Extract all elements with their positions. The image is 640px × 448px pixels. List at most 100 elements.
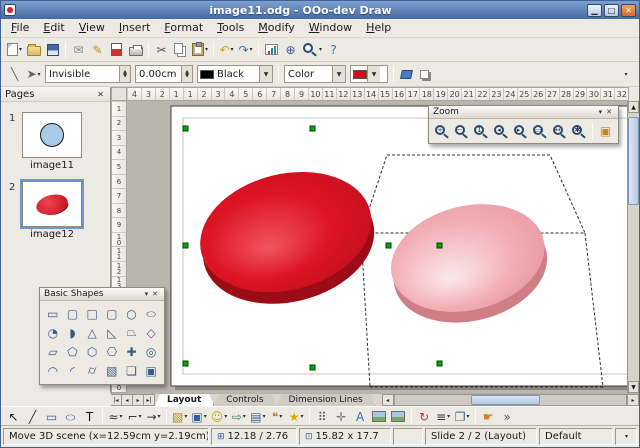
diamond-shape-icon[interactable]: ◇ (141, 323, 161, 342)
square-shape-icon[interactable]: □ (82, 304, 102, 323)
open-icon[interactable] (24, 40, 43, 60)
isosceles-triangle-shape-icon[interactable]: △ (82, 323, 102, 342)
callouts-icon[interactable]: ❝▾ (268, 407, 287, 427)
last-tab-icon[interactable]: ▸| (144, 394, 155, 406)
connector-icon[interactable]: ⌐▾ (125, 407, 144, 427)
frame-shape-icon[interactable]: ▣ (141, 361, 161, 380)
zoom-optimal-icon[interactable]: ✱ (569, 121, 589, 141)
ellipse-icon[interactable]: ○ (61, 407, 80, 427)
minimize-icon[interactable]: ▁ (587, 4, 602, 17)
dropdown-arrow-icon[interactable]: ▾ (205, 46, 208, 53)
cut-icon[interactable]: ✂ (152, 40, 171, 60)
horizontal-scrollbar[interactable]: ◂ ▸ (382, 394, 639, 406)
regular-pentagon-shape-icon[interactable]: ⬠ (63, 342, 83, 361)
document-as-email-icon[interactable]: ✉ (69, 40, 88, 60)
dropdown-arrow-icon[interactable]: ▾ (19, 46, 22, 53)
shadow-icon[interactable] (416, 65, 435, 85)
ring-shape-icon[interactable]: ◎ (141, 342, 161, 361)
rectangle-shape-icon[interactable]: ▭ (43, 304, 63, 323)
octagon-shape-icon[interactable]: ⎔ (102, 342, 122, 361)
basic-shapes-palette[interactable]: Basic Shapes ▾ ✕ ▭▢□▢○○◔◗△◺⏢◇▱⬠⬡⎔✚◎◠◜⌭▧❏… (39, 287, 165, 385)
line-icon[interactable]: ╱ (23, 407, 42, 427)
tab-layout[interactable]: Layout (155, 394, 214, 406)
circle-segment-shape-icon[interactable]: ◗ (63, 323, 83, 342)
page-entry[interactable]: 1image11 (1, 112, 110, 171)
zoom-icon[interactable]: ▾ (300, 40, 324, 60)
navigator-icon[interactable]: ⊕ (281, 40, 300, 60)
menu-window[interactable]: Window (302, 19, 359, 37)
rotate-icon[interactable]: ↻ (415, 407, 434, 427)
select-icon[interactable]: ↖ (4, 407, 23, 427)
redo-icon[interactable]: ↷▾ (236, 40, 255, 60)
block-arc-shape-icon[interactable]: ◠ (43, 361, 63, 380)
menu-edit[interactable]: Edit (36, 19, 71, 37)
scrollbar-thumb[interactable] (471, 395, 540, 405)
parallelogram-shape-icon[interactable]: ▱ (43, 342, 63, 361)
dropdown-arrow-icon[interactable]: ▾ (263, 413, 266, 420)
dropdown-arrow-icon[interactable]: ▾ (319, 46, 322, 53)
menu-tools[interactable]: Tools (210, 19, 251, 37)
dropdown-arrow-icon[interactable]: ▾ (139, 413, 142, 420)
scroll-right-icon[interactable]: ▸ (627, 394, 639, 406)
ellipse-shape-icon[interactable]: ○ (141, 308, 161, 319)
status-extra[interactable]: ▾ (615, 428, 637, 445)
page-thumbnail[interactable] (22, 112, 82, 158)
edit-points-icon[interactable]: ⠿ (313, 407, 332, 427)
line-style-combo[interactable]: Invisible ▲▼ (45, 65, 131, 83)
zoom-next-icon[interactable]: ▸ (511, 121, 531, 141)
close-icon[interactable]: ✕ (604, 108, 614, 116)
curve-icon[interactable]: ≈▾ (106, 407, 125, 427)
maximize-icon[interactable]: □ (604, 4, 619, 17)
scrollbar-thumb[interactable] (628, 117, 639, 205)
line-dialog-icon[interactable]: ╲ (5, 64, 24, 84)
copy-icon[interactable] (171, 40, 190, 60)
dropdown-arrow-icon[interactable]: ▾ (243, 413, 246, 420)
tab-dimension-lines[interactable]: Dimension Lines (277, 394, 376, 406)
zoom-previous-icon[interactable]: ◂ (491, 121, 511, 141)
trapezoid-shape-icon[interactable]: ⏢ (122, 323, 142, 342)
dropdown-arrow-icon[interactable]: ▾ (231, 46, 234, 53)
dropdown-arrow-icon[interactable]: ▾ (204, 413, 207, 420)
menu-format[interactable]: Format (157, 19, 210, 37)
zoom-page-icon[interactable]: ▭ (530, 121, 550, 141)
folded-corner-shape-icon[interactable]: ❏ (122, 361, 142, 380)
fill-color-combo[interactable]: ▼ (350, 65, 388, 83)
arrange-icon[interactable]: ❐▾ (453, 407, 472, 427)
dropdown-arrow-icon[interactable]: ▾ (279, 413, 282, 420)
chevron-down-icon[interactable]: ▾ (143, 290, 151, 298)
scroll-up-icon[interactable]: ▲ (628, 101, 639, 113)
visible-buttons-icon[interactable]: » (498, 407, 517, 427)
gallery-icon[interactable] (389, 407, 408, 427)
3d-objects-icon[interactable]: ▧▾ (170, 407, 189, 427)
page-style[interactable]: Default (539, 428, 613, 445)
print-directly-icon[interactable] (126, 40, 145, 60)
zoom-in-icon[interactable]: + (432, 121, 452, 141)
menu-file[interactable]: File (4, 19, 36, 37)
rounded-rectangle-shape-icon[interactable]: ▢ (63, 304, 83, 323)
undo-icon[interactable]: ↶▾ (217, 40, 236, 60)
chevron-down-icon[interactable]: ▼ (367, 66, 380, 82)
scrollbar-track[interactable] (394, 394, 627, 406)
toolbar-options-icon[interactable]: ▾ (616, 64, 635, 84)
alignment-icon[interactable]: ≡▾ (434, 407, 453, 427)
flowcharts-icon[interactable]: ▤▾ (248, 407, 267, 427)
vertical-scrollbar[interactable]: ▲ ▼ (627, 101, 639, 393)
dropdown-arrow-icon[interactable]: ▾ (447, 413, 450, 420)
menu-help[interactable]: Help (359, 19, 398, 37)
interaction-icon[interactable]: ☛ (479, 407, 498, 427)
cylinder-shape-icon[interactable]: ⌭ (82, 361, 102, 380)
spinner-arrows-icon[interactable]: ▲▼ (119, 66, 130, 82)
zoom-page-width-icon[interactable]: ↔ (550, 121, 570, 141)
rectangle-icon[interactable]: ▭ (42, 407, 61, 427)
paste-icon[interactable]: ▾ (190, 40, 210, 60)
canvas-area[interactable] (127, 101, 629, 393)
zoom-out-icon[interactable]: − (452, 121, 472, 141)
chevron-down-icon[interactable]: ▼ (332, 66, 345, 82)
horizontal-ruler[interactable]: 4321123456789101112131415161718192021222… (127, 87, 629, 101)
export-as-pdf-icon[interactable] (107, 40, 126, 60)
dropdown-arrow-icon[interactable]: ▾ (38, 71, 41, 78)
lines-and-arrows-icon[interactable]: →▾ (144, 407, 163, 427)
arc-shape-icon[interactable]: ◜ (63, 361, 83, 380)
title-bar[interactable]: image11.odg - OOo-dev Draw ▁ □ ✕ (1, 1, 639, 19)
page-entry[interactable]: 2image12 (1, 181, 110, 240)
